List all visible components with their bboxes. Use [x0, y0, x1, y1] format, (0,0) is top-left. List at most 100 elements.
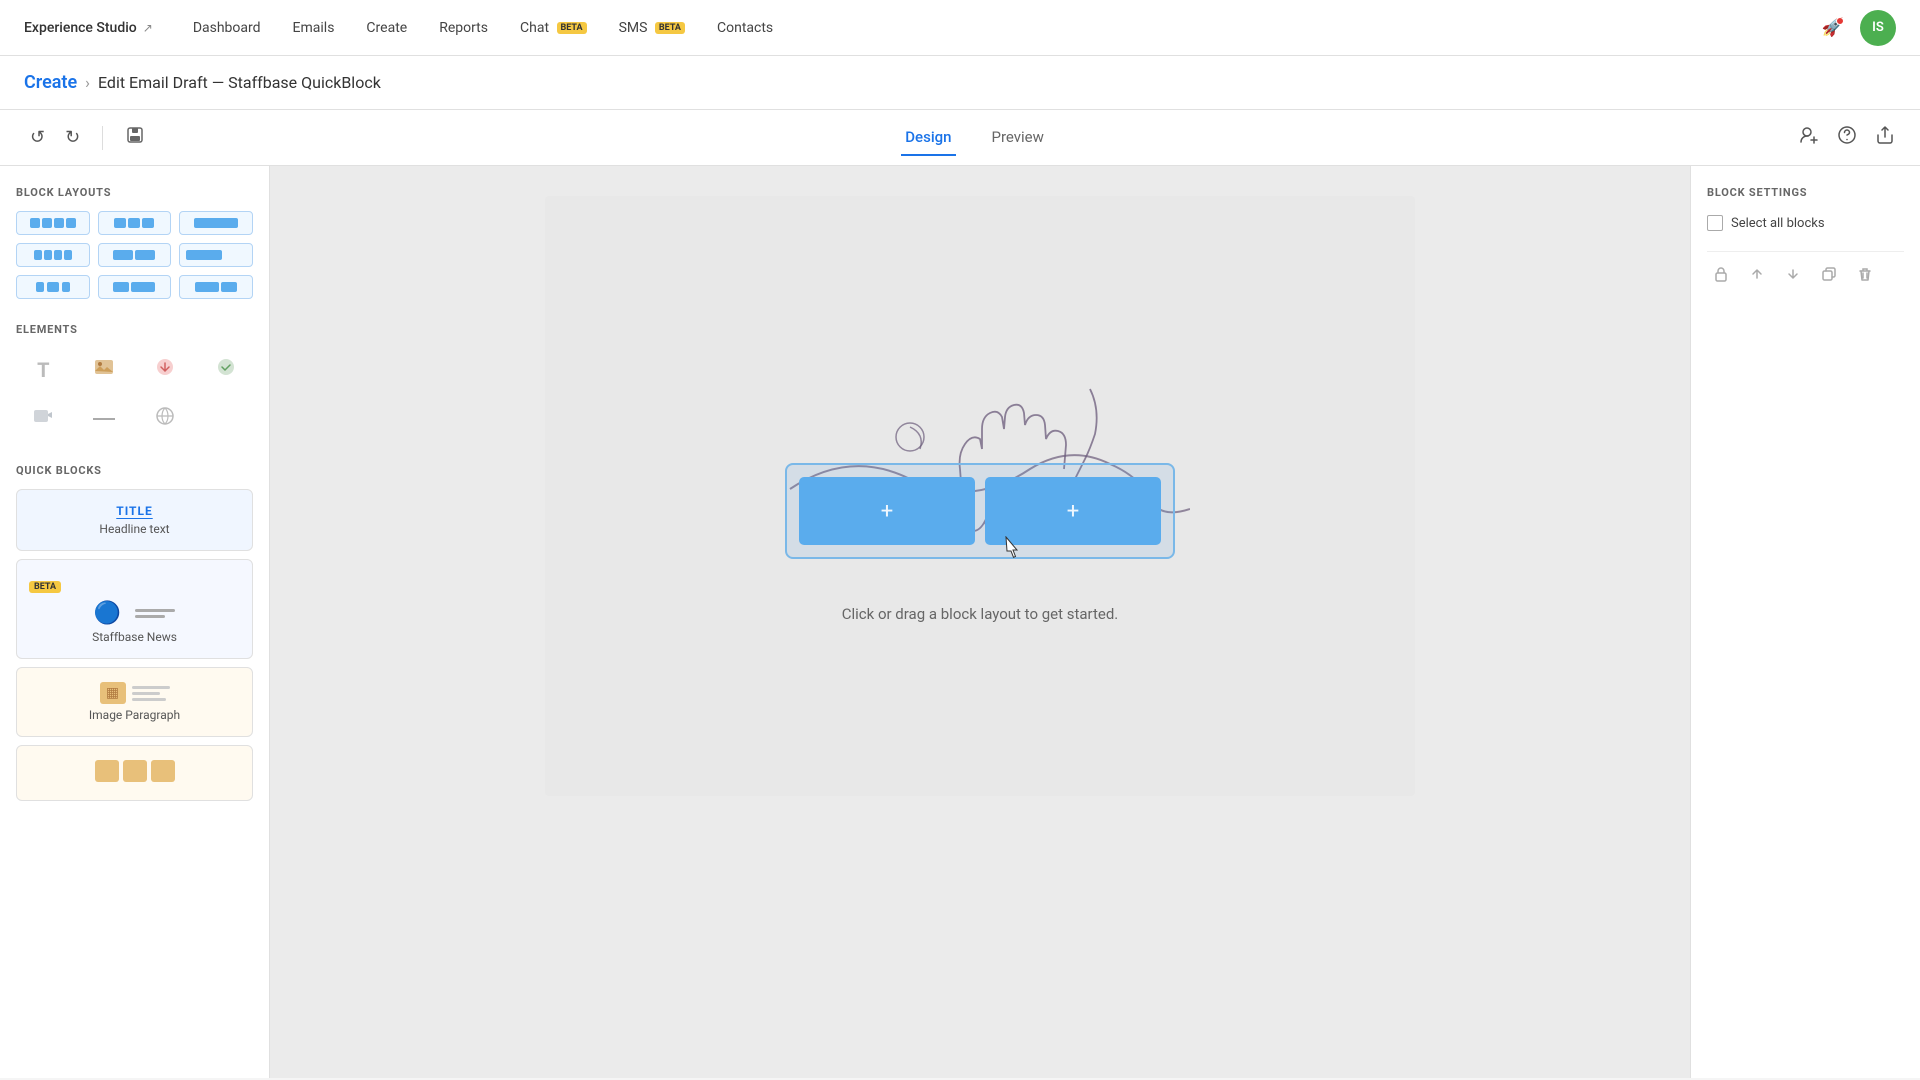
- user-avatar[interactable]: IS: [1860, 10, 1896, 46]
- element-link[interactable]: [138, 397, 193, 440]
- quick-block-gallery[interactable]: [16, 745, 253, 801]
- layout-2col[interactable]: [98, 243, 172, 267]
- toolbar-tabs: Design Preview: [151, 120, 1798, 156]
- layout-4col[interactable]: [16, 211, 90, 235]
- left-sidebar: BLOCK LAYOUTS: [0, 166, 270, 1078]
- drop-cell-2[interactable]: +: [985, 477, 1161, 545]
- toolbar-divider: [102, 126, 103, 150]
- quick-block-title-heading: TITLE: [29, 504, 240, 518]
- layout-1-2col[interactable]: [98, 275, 172, 299]
- element-image[interactable]: [77, 348, 132, 391]
- external-link-icon: ↗: [143, 21, 153, 35]
- notification-dot: [1836, 17, 1844, 25]
- nav-items: Dashboard Emails Create Reports Chat BET…: [193, 16, 1822, 40]
- undo-button[interactable]: ↺: [24, 121, 51, 154]
- layout-2-1col[interactable]: [179, 275, 253, 299]
- nav-sms[interactable]: SMS BETA: [619, 16, 685, 40]
- quick-block-image-paragraph[interactable]: ▦ Image Paragraph: [16, 667, 253, 737]
- block-settings-title: BLOCK SETTINGS: [1707, 186, 1904, 199]
- canvas-container: + + Click or drag a block layout to get …: [545, 196, 1415, 796]
- gallery-preview: [29, 760, 240, 782]
- element-divider[interactable]: [77, 397, 132, 440]
- nav-contacts[interactable]: Contacts: [717, 16, 773, 40]
- layout-4col-b[interactable]: [16, 243, 90, 267]
- image-element-icon: [93, 356, 115, 383]
- lock-button[interactable]: [1707, 260, 1735, 293]
- gallery-img-2: [123, 760, 147, 782]
- elements-grid: T: [16, 348, 253, 440]
- share-element-icon: [154, 356, 176, 383]
- drag-illustration: + +: [770, 369, 1190, 569]
- help-button[interactable]: [1836, 124, 1858, 151]
- gallery-img-3: [151, 760, 175, 782]
- canvas-hint: Click or drag a block layout to get star…: [842, 605, 1119, 623]
- breadcrumb-current-page: Edit Email Draft — Staffbase QuickBlock: [98, 73, 381, 92]
- quick-block-title-label: Headline text: [29, 522, 240, 536]
- element-video[interactable]: [16, 397, 71, 440]
- breadcrumb: Create › Edit Email Draft — Staffbase Qu…: [0, 56, 1920, 110]
- quick-block-title[interactable]: TITLE Headline text: [16, 489, 253, 551]
- right-sidebar: BLOCK SETTINGS Select all blocks: [1690, 166, 1920, 1078]
- layout-3col[interactable]: [98, 211, 172, 235]
- block-layouts-grid: [16, 211, 253, 299]
- image-para-preview: ▦: [29, 682, 240, 704]
- check-element-icon: [215, 356, 237, 383]
- layout-mix1[interactable]: [16, 275, 90, 299]
- logo-text: Experience Studio: [24, 20, 137, 36]
- nav-right: 🚀 IS: [1822, 10, 1896, 46]
- news-lines: [135, 606, 175, 621]
- toolbar-right: [1798, 124, 1896, 151]
- duplicate-button[interactable]: [1815, 260, 1843, 293]
- canvas-drop-area[interactable]: + + Click or drag a block layout to get …: [545, 196, 1415, 796]
- link-element-icon: [154, 405, 176, 432]
- element-share[interactable]: [138, 348, 193, 391]
- image-placeholder: ▦: [100, 682, 126, 704]
- image-icon: ▦: [106, 685, 119, 701]
- layout-1col-wide[interactable]: [179, 211, 253, 235]
- toolbar-left: ↺ ↻: [24, 119, 151, 156]
- element-text[interactable]: T: [16, 348, 71, 391]
- canvas-area: + + Click or drag a block layout to get …: [270, 166, 1690, 1078]
- redo-button[interactable]: ↻: [59, 121, 86, 154]
- video-element-icon: [32, 405, 54, 432]
- beta-badge: BETA: [29, 581, 61, 593]
- gallery-img-1: [95, 760, 119, 782]
- layout-1col-offset[interactable]: [179, 243, 253, 267]
- app-logo[interactable]: Experience Studio ↗: [24, 20, 153, 36]
- text-lines: [132, 686, 170, 701]
- select-all-checkbox[interactable]: [1707, 215, 1723, 231]
- select-all-label: Select all blocks: [1731, 216, 1825, 231]
- main-layout: BLOCK LAYOUTS: [0, 166, 1920, 1078]
- chat-beta-badge: BETA: [557, 22, 587, 34]
- block-actions: [1707, 251, 1904, 293]
- breadcrumb-link[interactable]: Create: [24, 72, 77, 93]
- block-drag-preview: + +: [785, 463, 1175, 559]
- element-check[interactable]: [198, 348, 253, 391]
- toolbar: ↺ ↻ Design Preview: [0, 110, 1920, 166]
- breadcrumb-separator: ›: [85, 73, 90, 92]
- text-element-icon: T: [37, 358, 49, 382]
- move-up-button[interactable]: [1743, 260, 1771, 293]
- add-user-button[interactable]: [1798, 124, 1820, 151]
- delete-button[interactable]: [1851, 260, 1879, 293]
- quick-block-image-para-label: Image Paragraph: [29, 708, 240, 722]
- tab-design[interactable]: Design: [901, 120, 955, 156]
- divider-element-icon: [93, 411, 115, 427]
- share-button[interactable]: [1874, 124, 1896, 151]
- top-nav: Experience Studio ↗ Dashboard Emails Cre…: [0, 0, 1920, 56]
- nav-dashboard[interactable]: Dashboard: [193, 16, 261, 40]
- nav-reports[interactable]: Reports: [439, 16, 488, 40]
- select-all-row: Select all blocks: [1707, 215, 1904, 231]
- elements-title: ELEMENTS: [16, 323, 253, 336]
- drop-cell-1[interactable]: +: [799, 477, 975, 545]
- block-layouts-title: BLOCK LAYOUTS: [16, 186, 253, 199]
- save-button[interactable]: [119, 119, 151, 156]
- tab-preview[interactable]: Preview: [988, 120, 1048, 156]
- move-down-button[interactable]: [1779, 260, 1807, 293]
- rocket-icon-button[interactable]: 🚀: [1822, 17, 1844, 38]
- nav-emails[interactable]: Emails: [293, 16, 335, 40]
- nav-create[interactable]: Create: [366, 16, 407, 40]
- quick-blocks-title: QUICK BLOCKS: [16, 464, 253, 477]
- nav-chat[interactable]: Chat BETA: [520, 16, 587, 40]
- quick-block-staffbase-news[interactable]: BETA 🔵 Staffbase News: [16, 559, 253, 659]
